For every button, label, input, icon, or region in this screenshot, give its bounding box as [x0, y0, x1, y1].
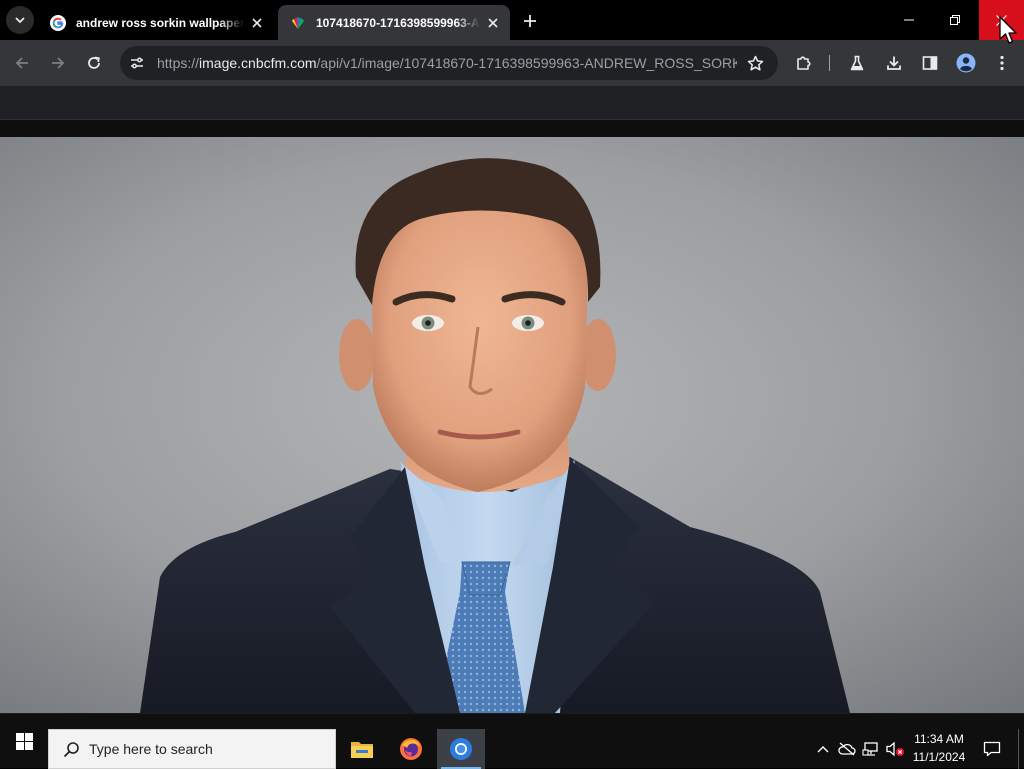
onedrive-tray-button[interactable]: [836, 729, 858, 769]
taskbar-clock[interactable]: 11:34 AM 11/1/2024: [906, 730, 972, 768]
forward-button[interactable]: [44, 49, 72, 77]
side-panel-icon: [922, 56, 938, 70]
action-center-button[interactable]: [976, 729, 1008, 769]
cloud-off-icon: [838, 742, 856, 756]
volume-tray-button[interactable]: [884, 729, 906, 769]
google-g-icon: [50, 14, 66, 31]
nbc-peacock-icon: [292, 16, 304, 29]
tab-close-button[interactable]: [248, 14, 266, 32]
url-scheme: https://: [157, 55, 200, 71]
kebab-menu-icon: [1000, 55, 1004, 71]
restore-button[interactable]: [932, 0, 978, 40]
image-viewer-top-band: [0, 119, 1024, 137]
toolbar-separator: [829, 55, 830, 71]
chevron-down-icon: [15, 17, 25, 24]
tab-close-button[interactable]: [484, 14, 502, 32]
close-icon: [252, 17, 262, 28]
search-icon: [61, 739, 81, 759]
url-host: image.cnbcfm.com: [199, 55, 317, 71]
clock-time: 11:34 AM: [914, 732, 964, 746]
tab-strip: andrew ross sorkin wallpaper 107418670-1…: [0, 0, 1024, 40]
url-path: /api/v1/image/107418670-1716398599963-AN…: [316, 55, 737, 71]
side-panel-button[interactable]: [916, 49, 944, 77]
search-placeholder: Type here to search: [89, 741, 213, 757]
reload-button[interactable]: [80, 49, 108, 77]
avatar-icon: [956, 53, 976, 73]
windows-logo-icon: [15, 733, 33, 750]
notification-icon: [983, 741, 1001, 757]
minimize-button[interactable]: [886, 0, 932, 40]
start-button[interactable]: [0, 714, 48, 769]
file-explorer-app[interactable]: [338, 729, 386, 769]
tab-title: 107418670-1716398599963-ANDREW_ROSS_SORK…: [316, 15, 480, 30]
minimize-icon: [904, 19, 914, 21]
clock-date: 11/1/2024: [912, 750, 966, 764]
labs-button[interactable]: [843, 49, 871, 77]
show-desktop-button[interactable]: [1018, 729, 1024, 769]
profile-button[interactable]: [952, 49, 980, 77]
page-content: [0, 86, 1024, 713]
menu-button[interactable]: [988, 49, 1016, 77]
mouse-cursor-icon: [999, 16, 1017, 44]
tab-title: andrew ross sorkin wallpaper: [76, 15, 244, 30]
file-explorer-icon: [351, 742, 373, 758]
back-button[interactable]: [8, 49, 36, 77]
tab-cnbc-image[interactable]: 107418670-1716398599963-ANDREW_ROSS_SORK…: [278, 5, 510, 40]
windows-taskbar: Type here to search 11:34 AM 11/1/2024: [0, 713, 1024, 769]
tune-icon: [131, 57, 143, 69]
tab-google-search[interactable]: andrew ross sorkin wallpaper: [38, 5, 274, 40]
address-bar[interactable]: https://image.cnbcfm.com/api/v1/image/10…: [120, 46, 778, 80]
chevron-up-icon: [817, 746, 829, 753]
download-icon: [887, 56, 901, 70]
portrait-image: [0, 137, 1024, 713]
arrow-left-icon: [15, 57, 28, 69]
downloads-button[interactable]: [880, 49, 908, 77]
reload-icon: [88, 56, 100, 69]
tab-search-button[interactable]: [6, 6, 34, 34]
bookmark-star-button[interactable]: [744, 52, 766, 74]
network-icon: [862, 742, 878, 756]
url-text[interactable]: https://image.cnbcfm.com/api/v1/image/10…: [157, 55, 737, 71]
close-icon: [488, 17, 498, 28]
portrait-photo[interactable]: [0, 137, 1024, 713]
chrome-icon: [450, 738, 472, 760]
new-tab-button[interactable]: [518, 9, 542, 33]
extensions-button[interactable]: [790, 49, 818, 77]
plus-icon: [524, 15, 536, 27]
show-hidden-icons-button[interactable]: [812, 729, 834, 769]
puzzle-icon: [797, 56, 811, 70]
flask-icon: [850, 55, 864, 71]
site-info-button[interactable]: [122, 48, 152, 78]
network-tray-button[interactable]: [860, 729, 882, 769]
speaker-muted-icon: [886, 741, 904, 757]
browser-toolbar: https://image.cnbcfm.com/api/v1/image/10…: [0, 40, 1024, 86]
star-icon: [747, 55, 763, 71]
restore-icon: [950, 15, 960, 25]
firefox-icon: [400, 738, 422, 760]
arrow-right-icon: [52, 57, 65, 69]
taskbar-search-box[interactable]: Type here to search: [48, 729, 336, 769]
chrome-app[interactable]: [437, 729, 485, 769]
firefox-app[interactable]: [387, 729, 435, 769]
